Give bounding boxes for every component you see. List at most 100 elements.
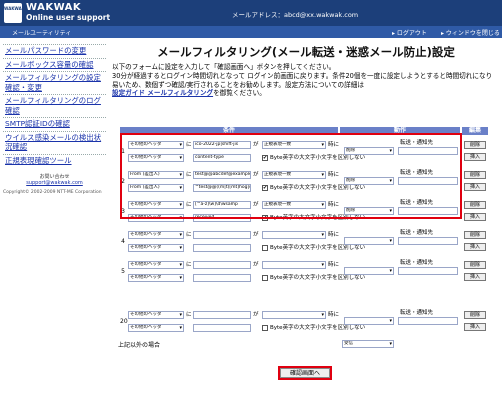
condition-input[interactable] (193, 311, 251, 319)
ni-label: に (186, 202, 192, 208)
contact-mail-link[interactable]: support@wakwak.com (3, 180, 106, 186)
header-select-2[interactable]: その他のヘッダ (128, 274, 184, 282)
page-title: メールフィルタリング(メール転送・迷惑メール防止)設定 (157, 45, 455, 59)
header-select-2[interactable]: その他のヘッダ (128, 324, 184, 332)
row-number: 4 (121, 238, 125, 245)
case-label: Byte英字の大文字小文字を区別しない (270, 185, 366, 191)
condition-input-2[interactable]: ^test@@((m|t)[mt]hog|sample) (193, 184, 251, 192)
action-select[interactable]: 削除 (344, 177, 394, 185)
condition-input-2[interactable]: content-type (193, 154, 251, 162)
confirm-button[interactable]: 確認画面へ (280, 368, 330, 378)
condition-input[interactable] (193, 261, 251, 269)
action-select[interactable] (344, 267, 394, 275)
condition-input[interactable] (193, 231, 251, 239)
header-select[interactable]: その他のヘッダ (128, 201, 184, 209)
header-select-2[interactable]: その他のヘッダ (128, 244, 184, 252)
condition-input-2[interactable] (193, 274, 251, 282)
case-label: Byte英字の大文字小文字を区別しない (270, 215, 366, 221)
match-select[interactable] (262, 231, 326, 239)
delete-button[interactable]: 削除 (464, 141, 486, 149)
condition-input[interactable]: test@@abcdef@example. (193, 171, 251, 179)
header-select[interactable]: その他のヘッダ (128, 141, 184, 149)
match-select[interactable]: 正規表現一致 (262, 171, 326, 179)
insert-button[interactable]: 挿入 (464, 273, 486, 281)
condition-input[interactable]: ico-2022-jp|shift-jis (193, 141, 251, 149)
ga-label: が (253, 142, 259, 148)
condition-input-2[interactable] (193, 324, 251, 332)
insert-button[interactable]: 挿入 (464, 153, 486, 161)
insert-button[interactable]: 挿入 (464, 323, 486, 331)
other-action-select[interactable]: 受信 (342, 340, 394, 348)
delete-button[interactable]: 削除 (464, 261, 486, 269)
case-label: Byte英字の大文字小文字を区別しない (270, 275, 366, 281)
header-select[interactable]: その他のヘッダ (128, 311, 184, 319)
contact-label: お問い合わせ (39, 174, 70, 180)
ni-label: に (186, 142, 192, 148)
intro-text: 以下のフォームに設定を入力して「確認画面へ」ボタンを押してください。 30分が経… (112, 63, 493, 98)
sidebar-item-virus[interactable]: ウイルス感染メールの検出状況確認 (3, 130, 106, 154)
forward-input[interactable] (398, 317, 458, 325)
edit-header: 編集 (462, 127, 488, 135)
delete-button[interactable]: 削除 (464, 231, 486, 239)
filter-table: 条件 動作 編集 1 その他のヘッダ に ico-2022-jp|shift-j… (120, 127, 488, 342)
delete-button[interactable]: 削除 (464, 201, 486, 209)
sidebar-item-filter-log[interactable]: メールフィルタリングのログ確認 (3, 94, 106, 117)
case-label: Byte英字の大文字小文字を区別しない (270, 155, 366, 161)
close-window-link[interactable]: ▸ ウィンドウを閉じる (441, 28, 500, 37)
match-select[interactable] (262, 311, 326, 319)
sidebar-item-regex[interactable]: 正規表現確認ツール (3, 153, 106, 168)
match-select[interactable]: 正規表現一致 (262, 201, 326, 209)
condition-input-2[interactable]: received (193, 214, 251, 222)
match-select[interactable]: 正規表現一致 (262, 141, 326, 149)
logout-link[interactable]: ▸ ログアウト (392, 28, 427, 37)
sidebar-item-filter-settings[interactable]: メールフィルタリングの設定確認・変更 (3, 71, 106, 94)
action-select[interactable] (344, 317, 394, 325)
condition-input-2[interactable] (193, 244, 251, 252)
toki-label: 時に (328, 142, 340, 148)
case-label: Byte英字の大文字小文字を区別しない (270, 325, 366, 331)
forward-input[interactable] (398, 267, 458, 275)
action-select[interactable]: 削除 (344, 207, 394, 215)
guide-link[interactable]: 設定ガイド メールフィルタリング (112, 89, 213, 97)
header-select-2[interactable]: From (差出人) (128, 184, 184, 192)
header-select[interactable]: その他のヘッダ (128, 261, 184, 269)
forward-input[interactable] (398, 207, 458, 215)
sidebar-item-mailbox[interactable]: メールボックス容量の確認 (3, 57, 106, 72)
case-checkbox[interactable] (262, 325, 268, 331)
forward-input[interactable] (398, 177, 458, 185)
match-select[interactable] (262, 261, 326, 269)
row-number: 2 (121, 178, 125, 185)
ga-label: が (253, 232, 259, 238)
forward-label: 転送・通知先 (400, 170, 434, 176)
delete-button[interactable]: 削除 (464, 311, 486, 319)
forward-input[interactable] (398, 147, 458, 155)
row-number: 1 (121, 148, 125, 155)
confirm-button-frame: 確認画面へ (278, 366, 332, 380)
table-row: 5 その他のヘッダ に が 時に その他のヘッダ Byte英字の大文字小文字を区… (120, 257, 488, 287)
mail-address: メールアドレス：abcd@xx.wakwak.com (232, 11, 359, 19)
other-case-label: 上記以外の場合 (118, 342, 161, 349)
delete-button[interactable]: 削除 (464, 171, 486, 179)
case-checkbox[interactable]: ✔ (262, 155, 268, 161)
sidebar-item-smtp[interactable]: SMTP認証IDの確認 (3, 117, 106, 131)
case-checkbox[interactable]: ✔ (262, 185, 268, 191)
case-checkbox[interactable] (262, 245, 268, 251)
table-row: 3 その他のヘッダ に [^a-z]\w]\d\wsamp が 正規表現一致 時… (120, 197, 488, 227)
insert-button[interactable]: 挿入 (464, 213, 486, 221)
insert-button[interactable]: 挿入 (464, 183, 486, 191)
header-select[interactable]: From (差出人) (128, 171, 184, 179)
insert-button[interactable]: 挿入 (464, 243, 486, 251)
case-checkbox[interactable] (262, 275, 268, 281)
sidebar-item-password[interactable]: メールパスワードの変更 (3, 44, 106, 58)
forward-input[interactable] (398, 237, 458, 245)
header-select-2[interactable]: その他のヘッダ (128, 214, 184, 222)
action-select[interactable]: 削除 (344, 147, 394, 155)
ni-label: に (186, 312, 192, 318)
action-select[interactable] (344, 237, 394, 245)
header-select-2[interactable]: その他のヘッダ (128, 154, 184, 162)
main-content: メールフィルタリング(メール転送・迷惑メール防止)設定 以下のフォームに設定を入… (112, 44, 498, 98)
header-select[interactable]: その他のヘッダ (128, 231, 184, 239)
case-checkbox[interactable]: ✔ (262, 215, 268, 221)
condition-input[interactable]: [^a-z]\w]\d\wsamp (193, 201, 251, 209)
ni-label: に (186, 232, 192, 238)
